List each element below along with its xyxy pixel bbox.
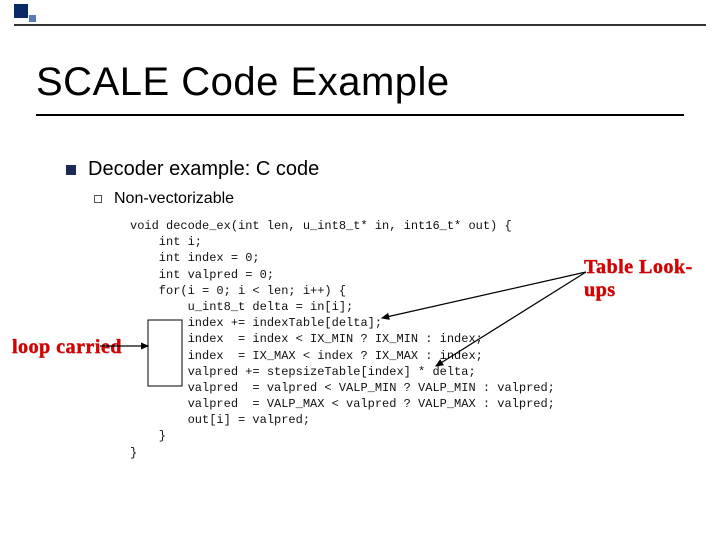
bullet-square-icon (66, 165, 76, 175)
accent-squares (14, 4, 42, 22)
bullet1-text: Decoder example: C code (88, 158, 319, 181)
bullet2-text: Non-vectorizable (114, 190, 234, 208)
bullet-level2: Non-vectorizable (94, 190, 234, 208)
slide: SCALE Code Example Decoder example: C co… (0, 0, 720, 540)
annotation-table-lookups: Table Look-ups (584, 256, 720, 302)
top-rule (14, 24, 706, 26)
bullet-level1: Decoder example: C code (66, 158, 319, 181)
slide-title: SCALE Code Example (36, 60, 450, 105)
title-underline (36, 114, 684, 116)
bullet-hollow-square-icon (94, 195, 102, 203)
accent-small-square (29, 15, 36, 22)
code-snippet: void decode_ex(int len, u_int8_t* in, in… (130, 218, 670, 461)
annotation-loop-carried: loop carried (12, 336, 122, 359)
accent-big-square (14, 4, 28, 18)
